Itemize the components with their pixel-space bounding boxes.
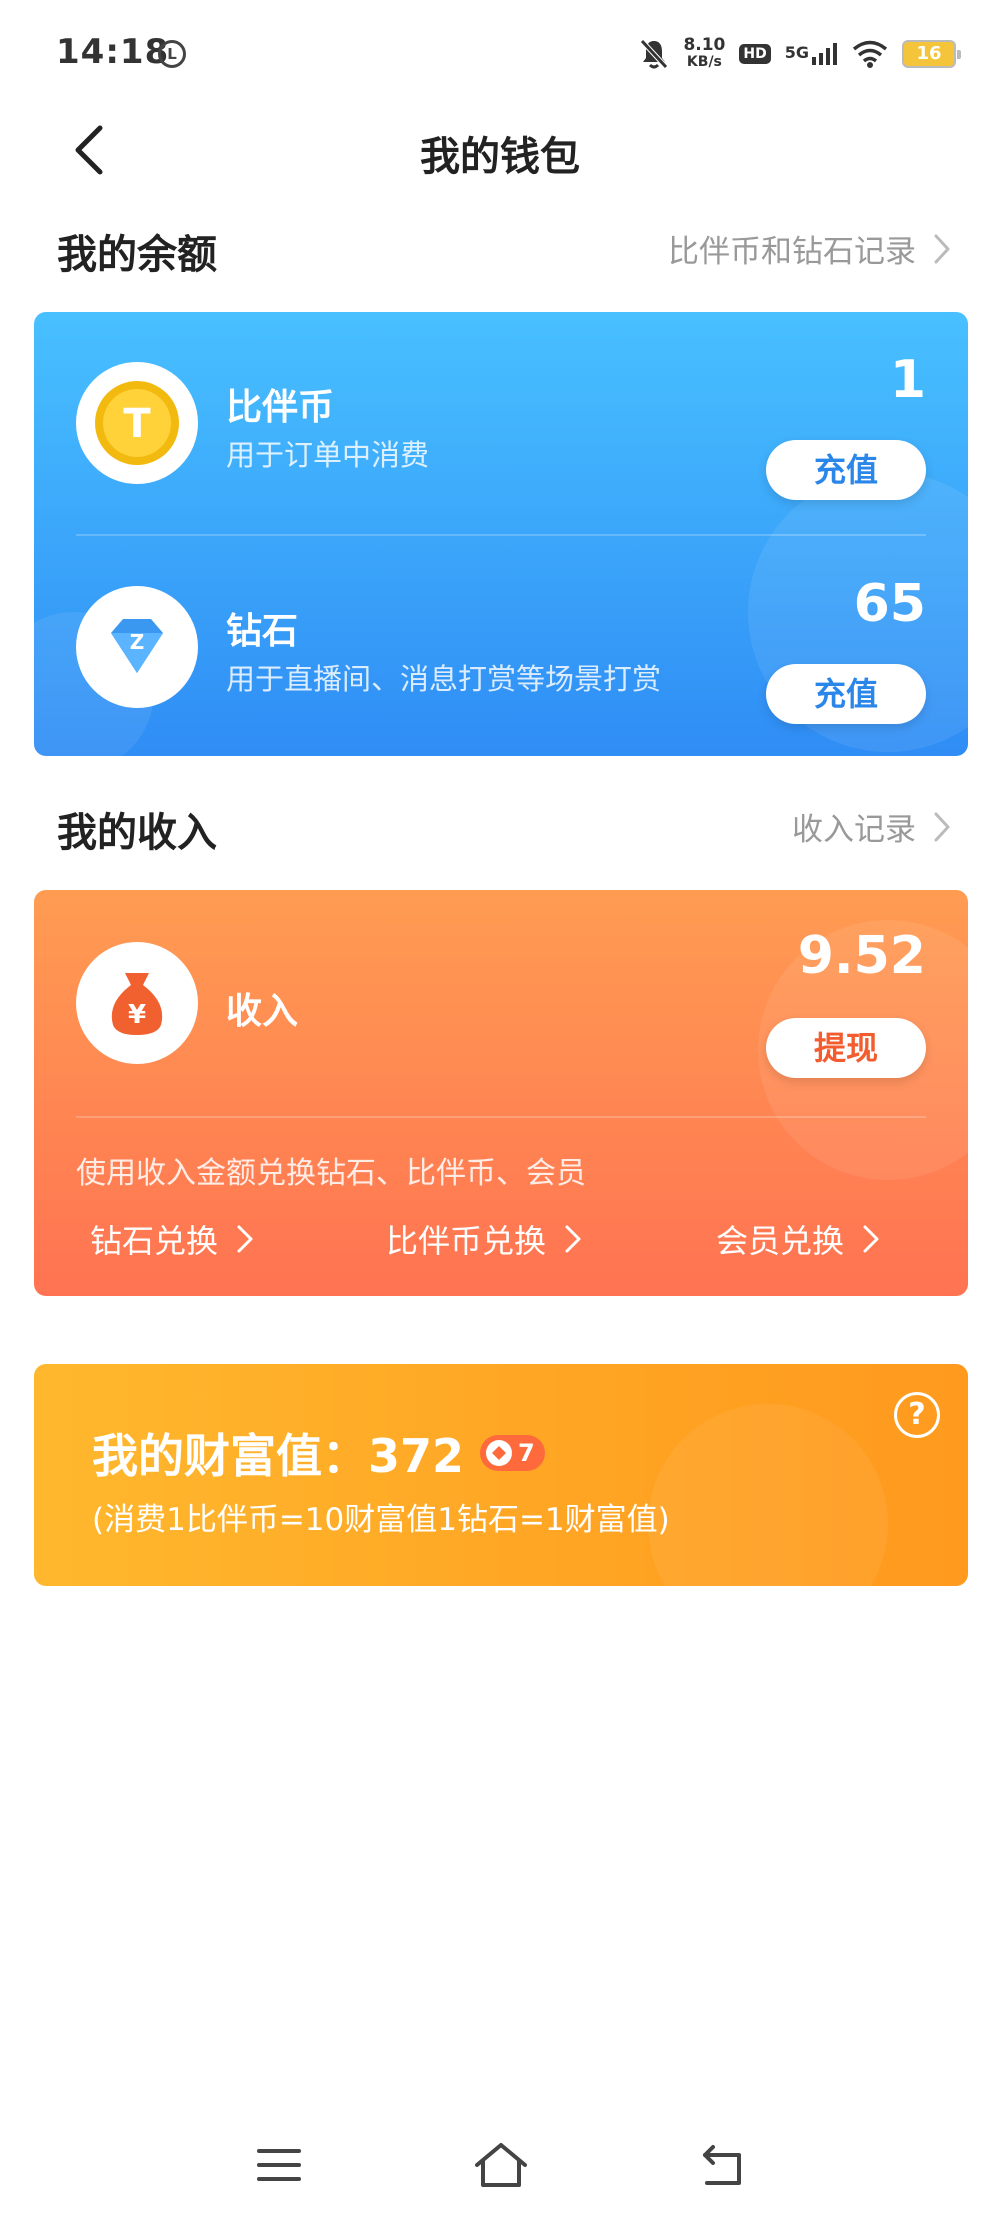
money-bag-icon-wrap: ¥ (76, 942, 198, 1064)
signal-icon: 5G (785, 43, 838, 65)
chevron-right-icon (934, 812, 950, 841)
withdraw-button[interactable]: 提现 (766, 1018, 926, 1078)
coin-desc: 用于订单中消费 (226, 438, 430, 472)
coin-name: 比伴币 (226, 387, 335, 428)
network-speed: 8.10 KB/s (683, 35, 726, 71)
diamond-exchange-link[interactable]: 钻石兑换 (90, 1216, 254, 1262)
income-value: 9.52 (797, 926, 926, 986)
income-card: ¥ 收入 9.52 提现 使用收入金额兑换钻石、比伴币、会员 钻石兑换 比伴币兑… (34, 890, 968, 1296)
wealth-title-text: 我的财富值：372 (92, 1429, 465, 1483)
diamond-desc: 用于直播间、消息打赏等场景打赏 (226, 662, 662, 696)
help-icon[interactable]: ? (894, 1392, 940, 1438)
diamond-name: 钻石 (226, 611, 299, 652)
wealth-subtitle: (消费1比伴币=10财富值1钻石=1财富值) (92, 1502, 670, 1538)
chevron-right-icon (934, 234, 950, 263)
hd-badge: HD (739, 44, 771, 64)
menu-button[interactable] (244, 2130, 314, 2200)
income-name: 收入 (226, 991, 299, 1032)
wealth-level-badge: 7 (480, 1435, 545, 1471)
status-bar: 14:18 L 8.10 KB/s HD 5G 16 (0, 0, 1000, 110)
coin-recharge-button[interactable]: 充值 (766, 440, 926, 500)
home-icon (475, 2143, 527, 2187)
balance-records-link[interactable]: 比伴币和钻石记录 (668, 226, 952, 271)
mute-bell-icon (640, 39, 669, 69)
card-decoration (648, 1404, 888, 1586)
home-button[interactable] (466, 2130, 536, 2200)
battery-icon: 16 (902, 40, 961, 68)
income-records-link[interactable]: 收入记录 (792, 804, 952, 849)
chevron-right-icon (863, 1225, 879, 1253)
chevron-right-icon (565, 1225, 581, 1253)
diamond-value: 65 (853, 574, 926, 634)
income-section-title: 我的收入 (57, 810, 217, 856)
page-title: 我的钱包 (420, 134, 580, 180)
coin-value: 1 (889, 350, 926, 410)
money-bag-icon: ¥ (111, 973, 163, 1035)
notification-app-icon: L (158, 40, 186, 68)
wealth-card: 我的财富值：372 7 (消费1比伴币=10财富值1钻石=1财富值) ? (34, 1364, 968, 1586)
svg-text:¥: ¥ (128, 1000, 146, 1030)
status-time: 14:18 (56, 32, 170, 72)
income-records-label: 收入记录 (792, 812, 916, 848)
wifi-icon (852, 40, 888, 68)
diamond-recharge-button[interactable]: 充值 (766, 664, 926, 724)
diamond-icon-wrap: Z (76, 586, 198, 708)
system-nav-bar (0, 2120, 1000, 2210)
balance-section-title: 我的余额 (57, 232, 217, 278)
diamond-small-icon (486, 1440, 513, 1466)
status-icons: 8.10 KB/s HD 5G 16 (639, 34, 961, 74)
svg-text:Z: Z (130, 630, 145, 654)
balance-card: T 比伴币 用于订单中消费 1 充值 Z 钻石 用于直播间、消息打赏等场景打赏 … (34, 312, 968, 756)
coin-exchange-link[interactable]: 比伴币兑换 (386, 1216, 582, 1262)
coin-icon-wrap: T (76, 362, 198, 484)
member-exchange-link[interactable]: 会员兑换 (716, 1216, 880, 1262)
card-divider (76, 534, 926, 536)
diamond-icon: Z (111, 619, 163, 673)
signal-bars-icon (812, 43, 837, 65)
menu-icon (257, 2149, 301, 2181)
income-tip: 使用收入金额兑换钻石、比伴币、会员 (76, 1156, 586, 1191)
coin-icon: T (95, 381, 179, 465)
return-icon (703, 2145, 741, 2185)
card-divider (76, 1116, 926, 1118)
wealth-title: 我的财富值：372 7 (92, 1420, 545, 1486)
svg-text:T: T (123, 401, 151, 447)
balance-records-label: 比伴币和钻石记录 (668, 234, 916, 270)
chevron-right-icon (237, 1225, 253, 1253)
back-nav-button[interactable] (688, 2130, 758, 2200)
